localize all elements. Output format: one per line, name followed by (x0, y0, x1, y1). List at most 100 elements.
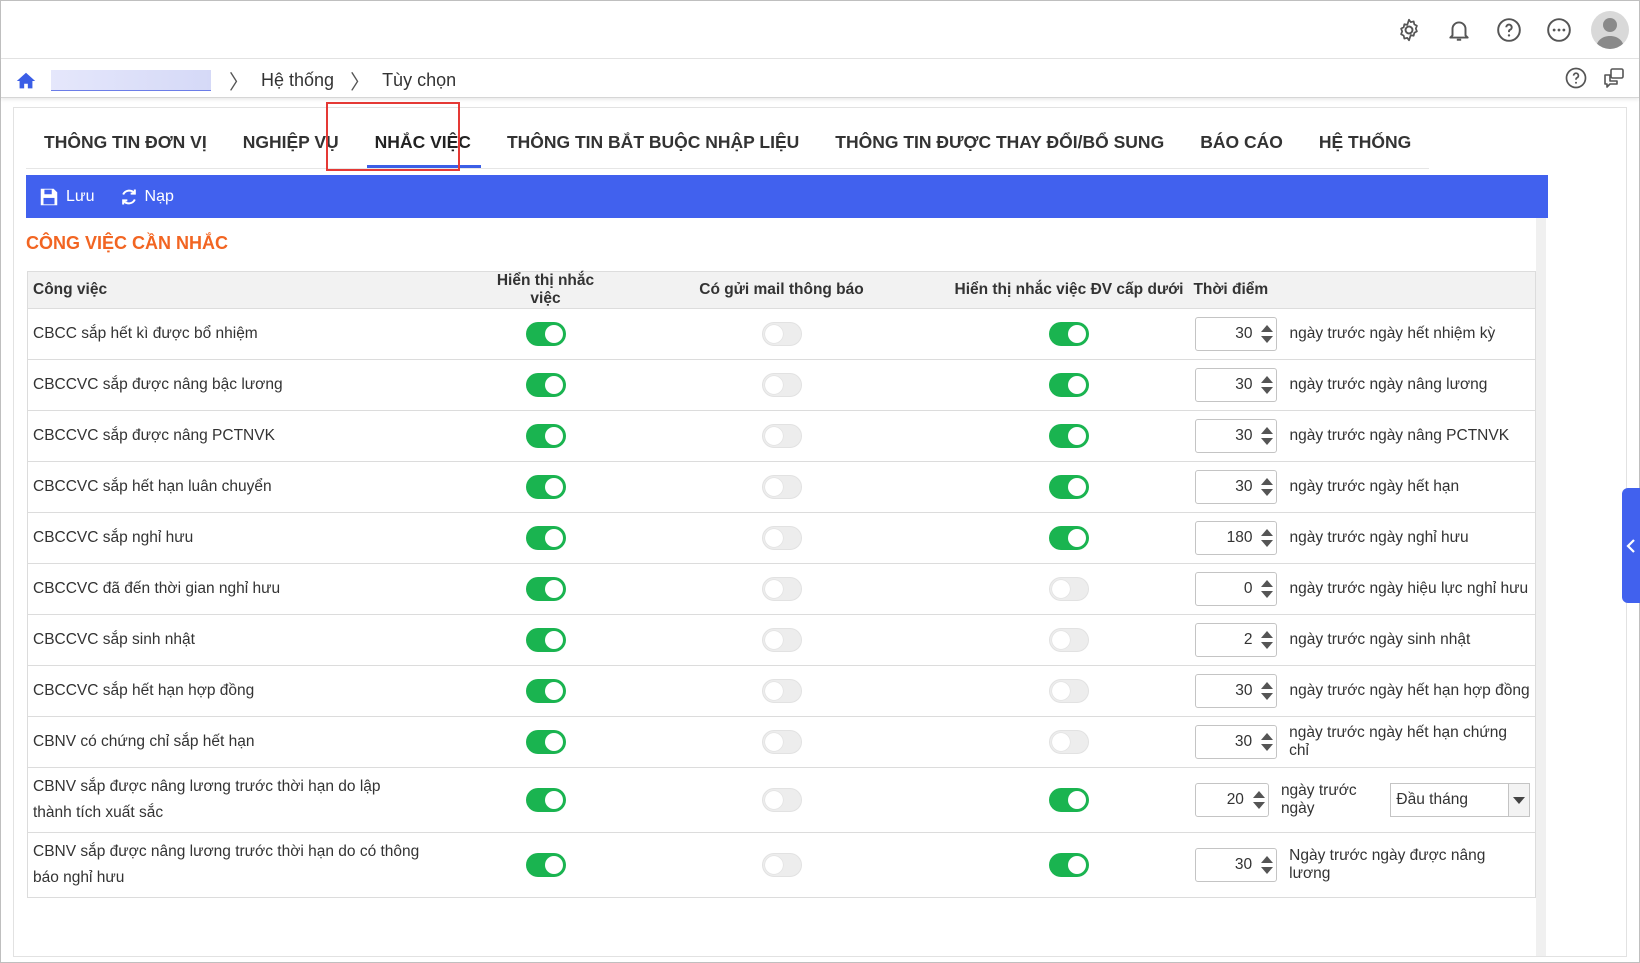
subunit-reminder-toggle[interactable] (1048, 373, 1089, 397)
gear-icon[interactable] (1391, 12, 1427, 48)
days-stepper[interactable]: 30 (1195, 470, 1278, 504)
subunit-reminder-toggle[interactable] (1048, 788, 1089, 812)
stepper-buttons[interactable] (1258, 529, 1276, 547)
tab-changed-info[interactable]: THÔNG TIN ĐƯỢC THAY ĐỔI/BỔ SUNG (817, 108, 1182, 168)
show-reminder-toggle[interactable] (525, 373, 566, 397)
chevron-down-icon[interactable] (1261, 540, 1274, 547)
stepper-buttons[interactable] (1258, 427, 1276, 445)
chevron-up-icon[interactable] (1261, 733, 1274, 740)
tab-business[interactable]: NGHIỆP VỤ (225, 108, 357, 168)
days-value[interactable]: 30 (1196, 376, 1258, 394)
show-reminder-toggle[interactable] (525, 322, 566, 346)
days-value[interactable]: 30 (1196, 733, 1258, 751)
chevron-up-icon[interactable] (1261, 529, 1274, 536)
chevron-down-icon[interactable] (1261, 693, 1274, 700)
chevron-up-icon[interactable] (1261, 631, 1274, 638)
chevron-down-icon[interactable] (1508, 784, 1529, 816)
show-reminder-toggle[interactable] (525, 526, 566, 550)
breadcrumb-item-unit[interactable] (51, 70, 211, 91)
days-value[interactable]: 30 (1196, 325, 1258, 343)
chevron-down-icon[interactable] (1261, 744, 1274, 751)
send-mail-toggle[interactable] (761, 373, 802, 397)
send-mail-toggle[interactable] (761, 577, 802, 601)
stepper-buttons[interactable] (1258, 856, 1276, 874)
chevron-up-icon[interactable] (1261, 856, 1274, 863)
chat-icon[interactable] (1599, 63, 1629, 93)
stepper-buttons[interactable] (1258, 478, 1276, 496)
days-value[interactable]: 30 (1196, 856, 1258, 874)
stepper-buttons[interactable] (1258, 325, 1276, 343)
subunit-reminder-toggle[interactable] (1048, 424, 1089, 448)
show-reminder-toggle[interactable] (525, 730, 566, 754)
stepper-buttons[interactable] (1258, 376, 1276, 394)
tab-system[interactable]: HỆ THỐNG (1301, 108, 1429, 168)
send-mail-toggle[interactable] (761, 730, 802, 754)
days-stepper[interactable]: 180 (1195, 521, 1278, 555)
breadcrumb-item-system[interactable]: Hệ thống (261, 70, 334, 91)
subunit-reminder-toggle[interactable] (1048, 526, 1089, 550)
show-reminder-toggle[interactable] (525, 788, 566, 812)
days-value[interactable]: 30 (1196, 427, 1258, 445)
days-value[interactable]: 0 (1196, 580, 1258, 598)
send-mail-toggle[interactable] (761, 424, 802, 448)
chevron-up-icon[interactable] (1261, 427, 1274, 434)
scrollbar[interactable] (1536, 218, 1546, 956)
subunit-reminder-toggle[interactable] (1048, 475, 1089, 499)
stepper-buttons[interactable] (1258, 682, 1276, 700)
show-reminder-toggle[interactable] (525, 577, 566, 601)
tab-unit-info[interactable]: THÔNG TIN ĐƠN VỊ (26, 108, 225, 168)
days-stepper[interactable]: 30 (1195, 848, 1278, 882)
tab-required-fields[interactable]: THÔNG TIN BẮT BUỘC NHẬP LIỆU (489, 108, 817, 168)
save-button[interactable]: Lưu (38, 186, 95, 208)
subunit-reminder-toggle[interactable] (1048, 577, 1089, 601)
chevron-down-icon[interactable] (1261, 387, 1274, 394)
days-stepper[interactable]: 20 (1195, 783, 1269, 817)
send-mail-toggle[interactable] (761, 679, 802, 703)
days-stepper[interactable]: 30 (1195, 368, 1278, 402)
show-reminder-toggle[interactable] (525, 424, 566, 448)
tab-reminders[interactable]: NHẮC VIỆC (357, 108, 489, 168)
reload-button[interactable]: Nạp (119, 187, 174, 207)
show-reminder-toggle[interactable] (525, 853, 566, 877)
home-icon[interactable] (15, 70, 37, 92)
chevron-up-icon[interactable] (1261, 478, 1274, 485)
chevron-down-icon[interactable] (1261, 867, 1274, 874)
days-value[interactable]: 30 (1196, 478, 1258, 496)
stepper-buttons[interactable] (1258, 631, 1276, 649)
stepper-buttons[interactable] (1258, 733, 1276, 751)
show-reminder-toggle[interactable] (525, 628, 566, 652)
days-stepper[interactable]: 30 (1195, 725, 1278, 759)
help-icon[interactable] (1491, 12, 1527, 48)
send-mail-toggle[interactable] (761, 526, 802, 550)
chevron-down-icon[interactable] (1252, 802, 1265, 809)
chevron-down-icon[interactable] (1261, 336, 1274, 343)
subunit-reminder-toggle[interactable] (1048, 322, 1089, 346)
send-mail-toggle[interactable] (761, 475, 802, 499)
chevron-up-icon[interactable] (1261, 376, 1274, 383)
chevron-down-icon[interactable] (1261, 642, 1274, 649)
bell-icon[interactable] (1441, 12, 1477, 48)
days-value[interactable]: 30 (1196, 682, 1258, 700)
send-mail-toggle[interactable] (761, 322, 802, 346)
send-mail-toggle[interactable] (761, 853, 802, 877)
subunit-reminder-toggle[interactable] (1048, 628, 1089, 652)
days-stepper[interactable]: 0 (1195, 572, 1278, 606)
send-mail-toggle[interactable] (761, 788, 802, 812)
days-stepper[interactable]: 30 (1195, 674, 1278, 708)
subunit-reminder-toggle[interactable] (1048, 679, 1089, 703)
subunit-reminder-toggle[interactable] (1048, 730, 1089, 754)
chevron-up-icon[interactable] (1261, 682, 1274, 689)
show-reminder-toggle[interactable] (525, 475, 566, 499)
days-stepper[interactable]: 2 (1195, 623, 1278, 657)
days-stepper[interactable]: 30 (1195, 419, 1278, 453)
more-icon[interactable] (1541, 12, 1577, 48)
tab-reports[interactable]: BÁO CÁO (1182, 108, 1301, 168)
days-value[interactable]: 2 (1196, 631, 1258, 649)
days-value[interactable]: 20 (1196, 791, 1249, 809)
subunit-reminder-toggle[interactable] (1048, 853, 1089, 877)
chevron-down-icon[interactable] (1261, 438, 1274, 445)
send-mail-toggle[interactable] (761, 628, 802, 652)
stepper-buttons[interactable] (1258, 580, 1276, 598)
days-value[interactable]: 180 (1196, 529, 1258, 547)
days-stepper[interactable]: 30 (1195, 317, 1278, 351)
